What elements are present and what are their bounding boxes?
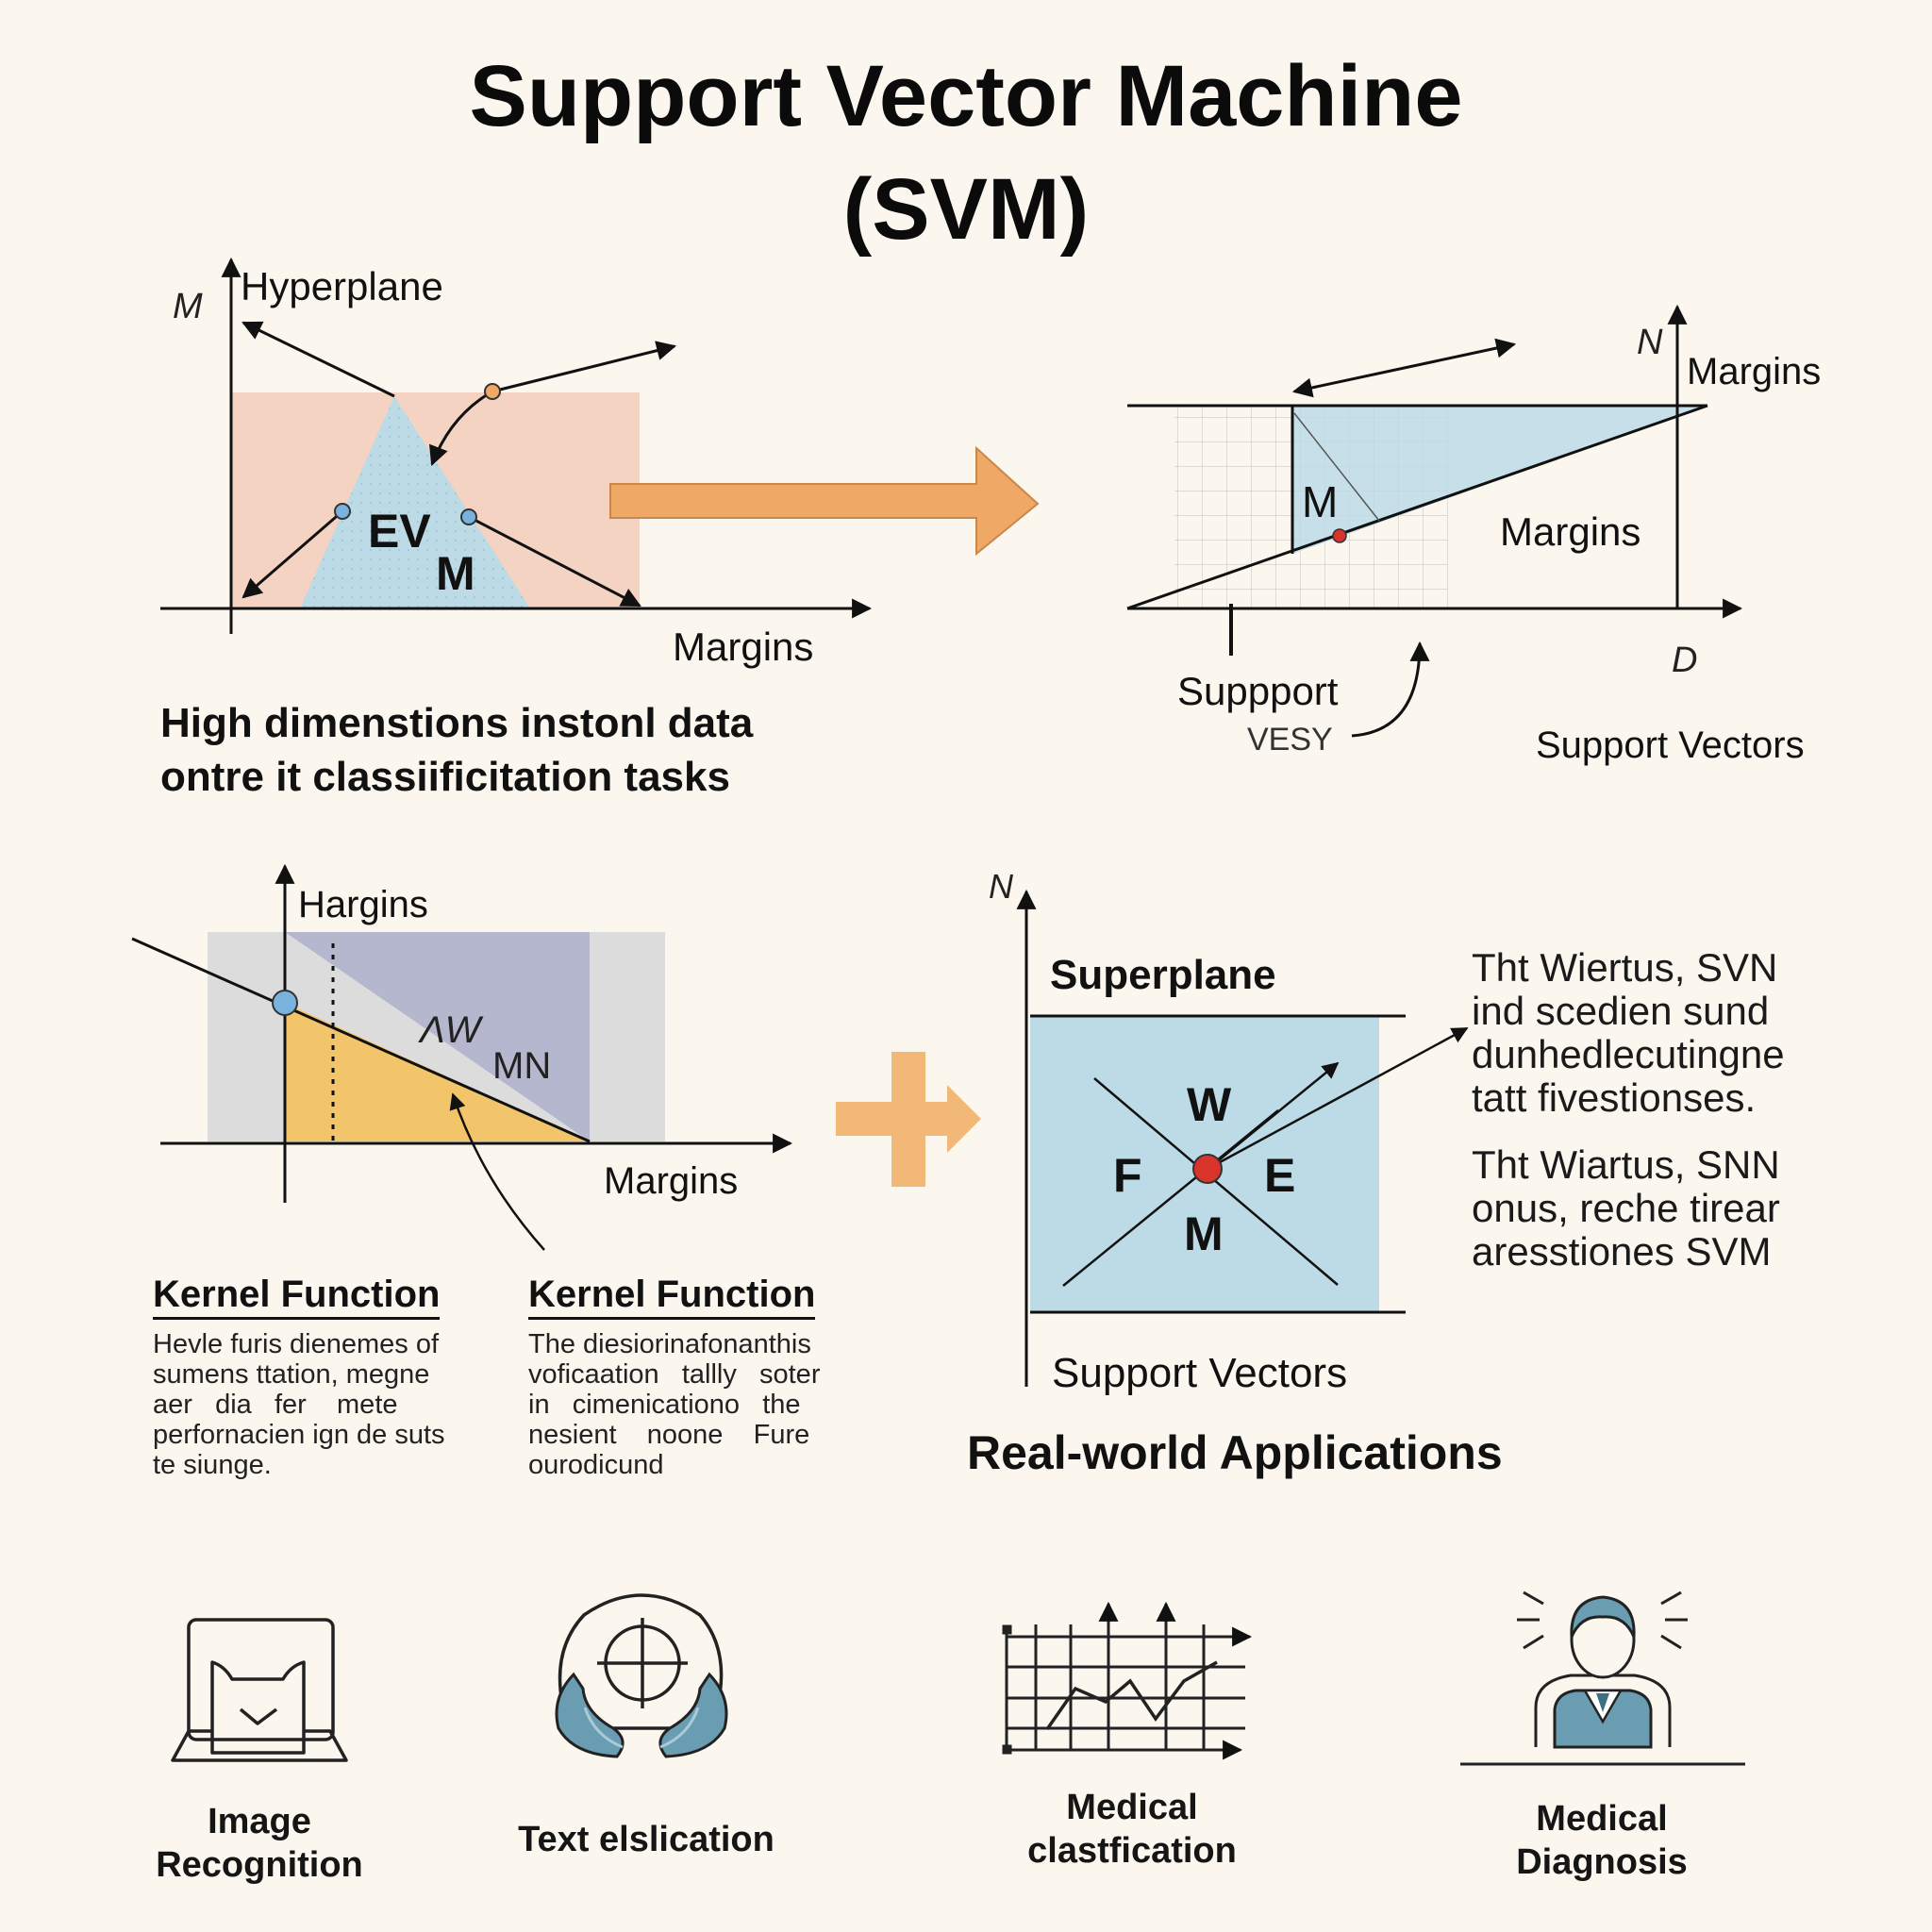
support-vector-point <box>272 990 298 1016</box>
m-label: M <box>1184 1208 1224 1260</box>
kernel-2-line-3: in cimenicationo the <box>528 1390 801 1420</box>
panel-hyperplane: M Hyperplane EV M Margins High dimenstio… <box>160 257 873 800</box>
description-1: Tht Wiertus, SVN ind scedien sund dunhed… <box>1472 946 1906 1120</box>
e-label: E <box>1264 1149 1295 1202</box>
app-label-text-classification: Text elslication <box>495 1818 797 1861</box>
d-label: D <box>1672 641 1697 680</box>
superplane-label: Superplane <box>1050 952 1276 998</box>
kernel-block-1: Kernel Function Hevle furis dienemes of … <box>153 1272 474 1480</box>
hyperplane-label: Hyperplane <box>241 264 443 308</box>
mn-label: MN <box>492 1045 551 1087</box>
app-label-line: Medical <box>1536 1799 1668 1839</box>
w-label: W <box>1187 1078 1232 1131</box>
doctor-icon <box>1460 1591 1745 1766</box>
desc-1-line-1: Tht Wiertus, SVN <box>1472 945 1778 990</box>
axis-label: N <box>1637 323 1663 362</box>
panel-kernel: Hargins ΛW MN Margins <box>131 863 793 1251</box>
caption-line-1: High dimenstions instonl data <box>160 700 754 746</box>
app-label-line: Text elslication <box>518 1820 774 1859</box>
panel-superplane: N Superplane W F E M Support Vectors Rea… <box>967 867 1503 1479</box>
kernel-1-line-3: aer dia fer mete <box>153 1390 398 1420</box>
app-label-line: Image <box>208 1802 311 1841</box>
app-label-line: Recognition <box>156 1845 363 1885</box>
kernel-2-line-1: The diesiorinafonanthis <box>528 1329 811 1359</box>
applications-heading: Real-world Applications <box>967 1426 1503 1479</box>
kernel-2-line-2: voficaation tallly soter <box>528 1359 821 1390</box>
app-label-medical-classification: Medical clastfication <box>991 1786 1274 1873</box>
margin-width-arrow <box>1291 338 1517 398</box>
support-vector-point <box>460 508 477 525</box>
app-label-line: clastfication <box>1027 1831 1237 1871</box>
support-vectors-label: Support Vectors <box>1052 1350 1347 1396</box>
vesy-label: VESY <box>1247 722 1333 758</box>
chart-icon <box>1002 1601 1253 1760</box>
description-2: Tht Wiartus, SNN onus, reche tirear ares… <box>1472 1143 1906 1274</box>
flow-arrow <box>609 445 1040 557</box>
data-point <box>484 383 501 400</box>
normal-arrow <box>491 341 677 393</box>
support-arrow <box>1351 641 1430 738</box>
shape-label-bottom: M <box>436 547 475 600</box>
m-label: M <box>1302 477 1338 526</box>
app-label-line: Diagnosis <box>1516 1842 1688 1882</box>
head-target-icon <box>555 1593 728 1758</box>
plus-arrow <box>836 1052 981 1187</box>
desc-2-line-1: Tht Wiartus, SNN <box>1472 1142 1780 1187</box>
kernel-1-line-1: Hevle furis dienemes of <box>153 1329 440 1359</box>
image-recognition-icon <box>171 1618 348 1762</box>
kernel-heading-2: Kernel Function <box>528 1272 816 1320</box>
margins-label: Margins <box>604 1160 738 1202</box>
w-label: ΛW <box>418 1009 484 1051</box>
kernel-1-line-5: te siunge. <box>153 1450 272 1480</box>
support-vectors-label: Support Vectors <box>1536 724 1805 766</box>
panel-margins: N Margins M Margins D Suppport VESY Supp… <box>1126 304 1821 766</box>
kernel-2-line-4: nesient noone Fure <box>528 1420 810 1450</box>
x-axis-label: Margins <box>673 625 813 669</box>
support-vector-point <box>1332 528 1347 543</box>
center-point <box>1192 1154 1223 1184</box>
shape-label-top: EV <box>368 505 431 558</box>
axis-label: M <box>173 287 203 326</box>
hargins-label: Hargins <box>298 884 428 925</box>
margins-mid-label: Margins <box>1500 509 1641 554</box>
margins-top-label: Margins <box>1687 351 1821 392</box>
app-label-image-recognition: Image Recognition <box>123 1800 396 1887</box>
hyperplane-arrow <box>242 321 395 398</box>
kernel-block-2: Kernel Function The diesiorinafonanthis … <box>528 1272 849 1480</box>
app-label-line: Medical <box>1066 1788 1198 1827</box>
app-label-medical-diagnosis: Medical Diagnosis <box>1460 1797 1743 1884</box>
f-label: F <box>1113 1149 1142 1202</box>
kernel-2-line-5: ourodicund <box>528 1450 664 1480</box>
caption-line-2: ontre it classiificitation tasks <box>160 754 730 800</box>
desc-2-line-2: onus, reche tirear <box>1472 1186 1780 1230</box>
support-vector-point <box>334 503 351 520</box>
kernel-heading-1: Kernel Function <box>153 1272 441 1320</box>
kernel-1-line-4: perfornacien ign de suts <box>153 1420 445 1450</box>
desc-1-line-4: tatt fivestionses. <box>1472 1075 1757 1120</box>
axis-label: N <box>989 867 1014 906</box>
desc-1-line-3: dunhedlecutingne <box>1472 1032 1785 1076</box>
desc-2-line-3: aresstiones SVM <box>1472 1229 1772 1274</box>
desc-1-line-2: ind scedien sund <box>1472 989 1770 1033</box>
kernel-1-line-2: sumens ttation, megne <box>153 1359 430 1390</box>
support-label: Suppport <box>1177 669 1339 713</box>
